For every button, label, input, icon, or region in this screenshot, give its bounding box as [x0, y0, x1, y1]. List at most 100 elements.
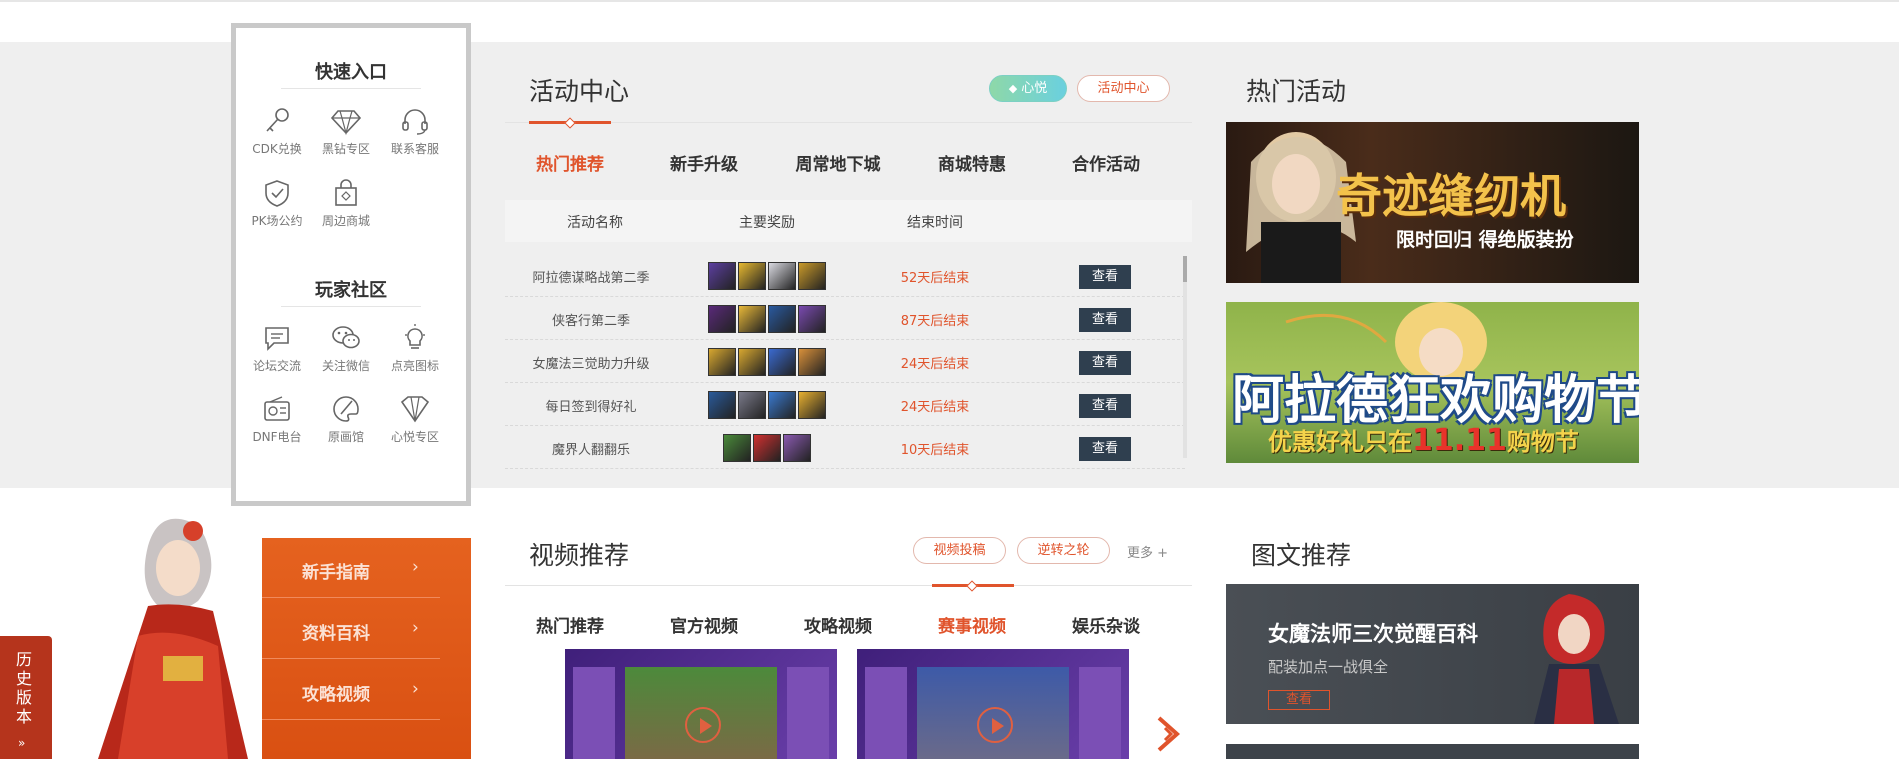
community-item-forum[interactable]: 论坛交流 [242, 323, 312, 374]
guide-item-strategy-video[interactable]: 攻略视频 › [262, 660, 471, 720]
community-item-light-icon[interactable]: 点亮图标 [380, 323, 450, 374]
card-subtitle: 配装加点一战俱全 [1268, 658, 1389, 676]
play-icon [977, 707, 1013, 743]
card-view-button[interactable]: 查看 [1268, 690, 1330, 710]
quick-item-label: PK场公约 [251, 214, 303, 228]
banner-shopping-festival[interactable]: 阿拉德狂欢购物节 优惠好礼只在11.11购物节 [1226, 302, 1639, 463]
reward-item-icon[interactable] [798, 262, 826, 290]
quick-item-label: 黑钻专区 [321, 142, 370, 156]
activity-tab-weekly-dungeon[interactable]: 周常地下城 [783, 150, 893, 175]
reward-item-icon[interactable] [738, 305, 766, 333]
next-arrow-icon[interactable] [1155, 714, 1183, 754]
community-item-xinyue[interactable]: 心悦专区 [380, 394, 450, 445]
reward-item-icon[interactable] [768, 391, 796, 419]
activity-tab-mall-deals[interactable]: 商城特惠 [917, 150, 1027, 175]
reward-item-icon[interactable] [798, 391, 826, 419]
video-tab-official[interactable]: 官方视频 [649, 612, 759, 637]
video-tab-hot[interactable]: 热门推荐 [515, 612, 625, 637]
reward-item-icon[interactable] [768, 305, 796, 333]
video-tab-strategy[interactable]: 攻略视频 [783, 612, 893, 637]
video-title-underline [505, 585, 1192, 586]
reward-item-icon[interactable] [768, 348, 796, 376]
quick-entry-panel: 快速入口 CDK兑换 黑钻专区 联系客服 PK场公约 周边商城 玩家社区 论坛交… [231, 23, 471, 506]
activity-tab-cooperation[interactable]: 合作活动 [1051, 150, 1161, 175]
headset-icon [402, 109, 428, 135]
column-header-name: 活动名称 [567, 215, 623, 231]
banner-sewing-title: 奇迹缝纫机 [1336, 169, 1566, 223]
image-text-card[interactable] [1226, 744, 1639, 759]
banner-festival-subtitle-date: 11.11 [1412, 423, 1507, 458]
guide-item-newbie[interactable]: 新手指南 › [262, 538, 471, 598]
guide-item-wiki[interactable]: 资料百科 › [262, 599, 471, 659]
forum-icon [265, 327, 289, 351]
video-more-link[interactable]: 更多 + [1127, 542, 1168, 561]
community-item-label: 心悦专区 [390, 430, 439, 444]
activity-row: 每日签到得好礼 24天后结束 查看 [505, 383, 1185, 426]
reward-item-icon[interactable] [798, 348, 826, 376]
view-button[interactable]: 查看 [1079, 394, 1131, 418]
activity-list-scroll-thumb[interactable] [1183, 256, 1187, 282]
guide-item-divider [262, 597, 440, 598]
video-tab-entertainment[interactable]: 娱乐杂谈 [1051, 612, 1161, 637]
community-item-art-gallery[interactable]: 原画馆 [311, 394, 381, 445]
view-button[interactable]: 查看 [1079, 308, 1131, 332]
chevron-right-icon: › [412, 557, 419, 577]
quick-item-merch-store[interactable]: 周边商城 [311, 178, 381, 229]
activity-list-scrollbar[interactable] [1183, 256, 1187, 458]
reward-item-icon[interactable] [708, 391, 736, 419]
reward-item-icon[interactable] [768, 262, 796, 290]
video-side-panel [787, 667, 829, 759]
image-text-card[interactable]: 女魔法师三次觉醒百科 配装加点一战俱全 查看 [1226, 584, 1639, 724]
guide-item-divider [262, 658, 440, 659]
reward-item-icon[interactable] [738, 348, 766, 376]
view-button[interactable]: 查看 [1079, 265, 1131, 289]
history-version-button[interactable]: 历史版本 » [0, 636, 52, 759]
reward-item-icon[interactable] [738, 391, 766, 419]
quick-item-cdk[interactable]: CDK兑换 [242, 106, 312, 157]
chevron-right-icon: › [412, 679, 419, 699]
image-text-title: 图文推荐 [1251, 541, 1352, 570]
video-tab-tournament[interactable]: 赛事视频 [917, 612, 1027, 637]
reward-item-icon[interactable] [738, 262, 766, 290]
column-header-end-time: 结束时间 [907, 215, 963, 231]
view-button[interactable]: 查看 [1079, 351, 1131, 375]
activity-center-pill-button[interactable]: 活动中心 [1077, 75, 1170, 102]
column-header-reward: 主要奖励 [739, 215, 795, 231]
video-side-panel [865, 667, 907, 759]
activity-end-time: 24天后结束 [900, 400, 970, 415]
quick-item-label: 周边商城 [321, 214, 370, 228]
activity-tab-newbie[interactable]: 新手升级 [649, 150, 759, 175]
card-character-art [1534, 594, 1619, 724]
video-submit-pill-button[interactable]: 视频投稿 [913, 537, 1006, 564]
quick-item-pk-rules[interactable]: PK场公约 [242, 178, 312, 229]
reward-icons [705, 305, 829, 333]
top-divider [0, 0, 1899, 2]
activity-row: 侠客行第二季 87天后结束 查看 [505, 297, 1185, 340]
reward-item-icon[interactable] [708, 348, 736, 376]
reward-item-icon[interactable] [753, 434, 781, 462]
reverse-wheel-pill-button[interactable]: 逆转之轮 [1017, 537, 1110, 564]
reward-icons [705, 391, 829, 419]
reward-item-icon[interactable] [798, 305, 826, 333]
reward-item-icon[interactable] [708, 262, 736, 290]
accent-diamond-icon [966, 580, 978, 592]
guide-item-label: 资料百科 [302, 624, 370, 644]
activity-row: 魔界人翻翻乐 10天后结束 查看 [505, 426, 1185, 469]
reward-item-icon[interactable] [783, 434, 811, 462]
banner-sewing-machine[interactable]: 奇迹缝纫机 限时回归 得绝版装扮 [1226, 122, 1639, 283]
page: 快速入口 CDK兑换 黑钻专区 联系客服 PK场公约 周边商城 玩家社区 论坛交… [0, 0, 1899, 759]
reward-item-icon[interactable] [708, 305, 736, 333]
community-divider [281, 306, 421, 307]
video-thumbnail[interactable] [565, 649, 837, 759]
video-thumbnail[interactable] [857, 649, 1129, 759]
double-chevron-right-icon: » [18, 736, 26, 750]
quick-item-black-diamond[interactable]: 黑钻专区 [311, 106, 381, 157]
activity-tab-hot[interactable]: 热门推荐 [515, 150, 625, 175]
xinyue-pill-button[interactable]: ◆ 心悦 [989, 75, 1067, 102]
quick-item-customer-service[interactable]: 联系客服 [380, 106, 450, 157]
community-item-radio[interactable]: DNF电台 [242, 394, 312, 445]
reward-item-icon[interactable] [723, 434, 751, 462]
view-button[interactable]: 查看 [1079, 437, 1131, 461]
community-item-wechat[interactable]: 关注微信 [311, 323, 381, 374]
banner-sewing-subtitle: 限时回归 得绝版装扮 [1396, 229, 1574, 251]
